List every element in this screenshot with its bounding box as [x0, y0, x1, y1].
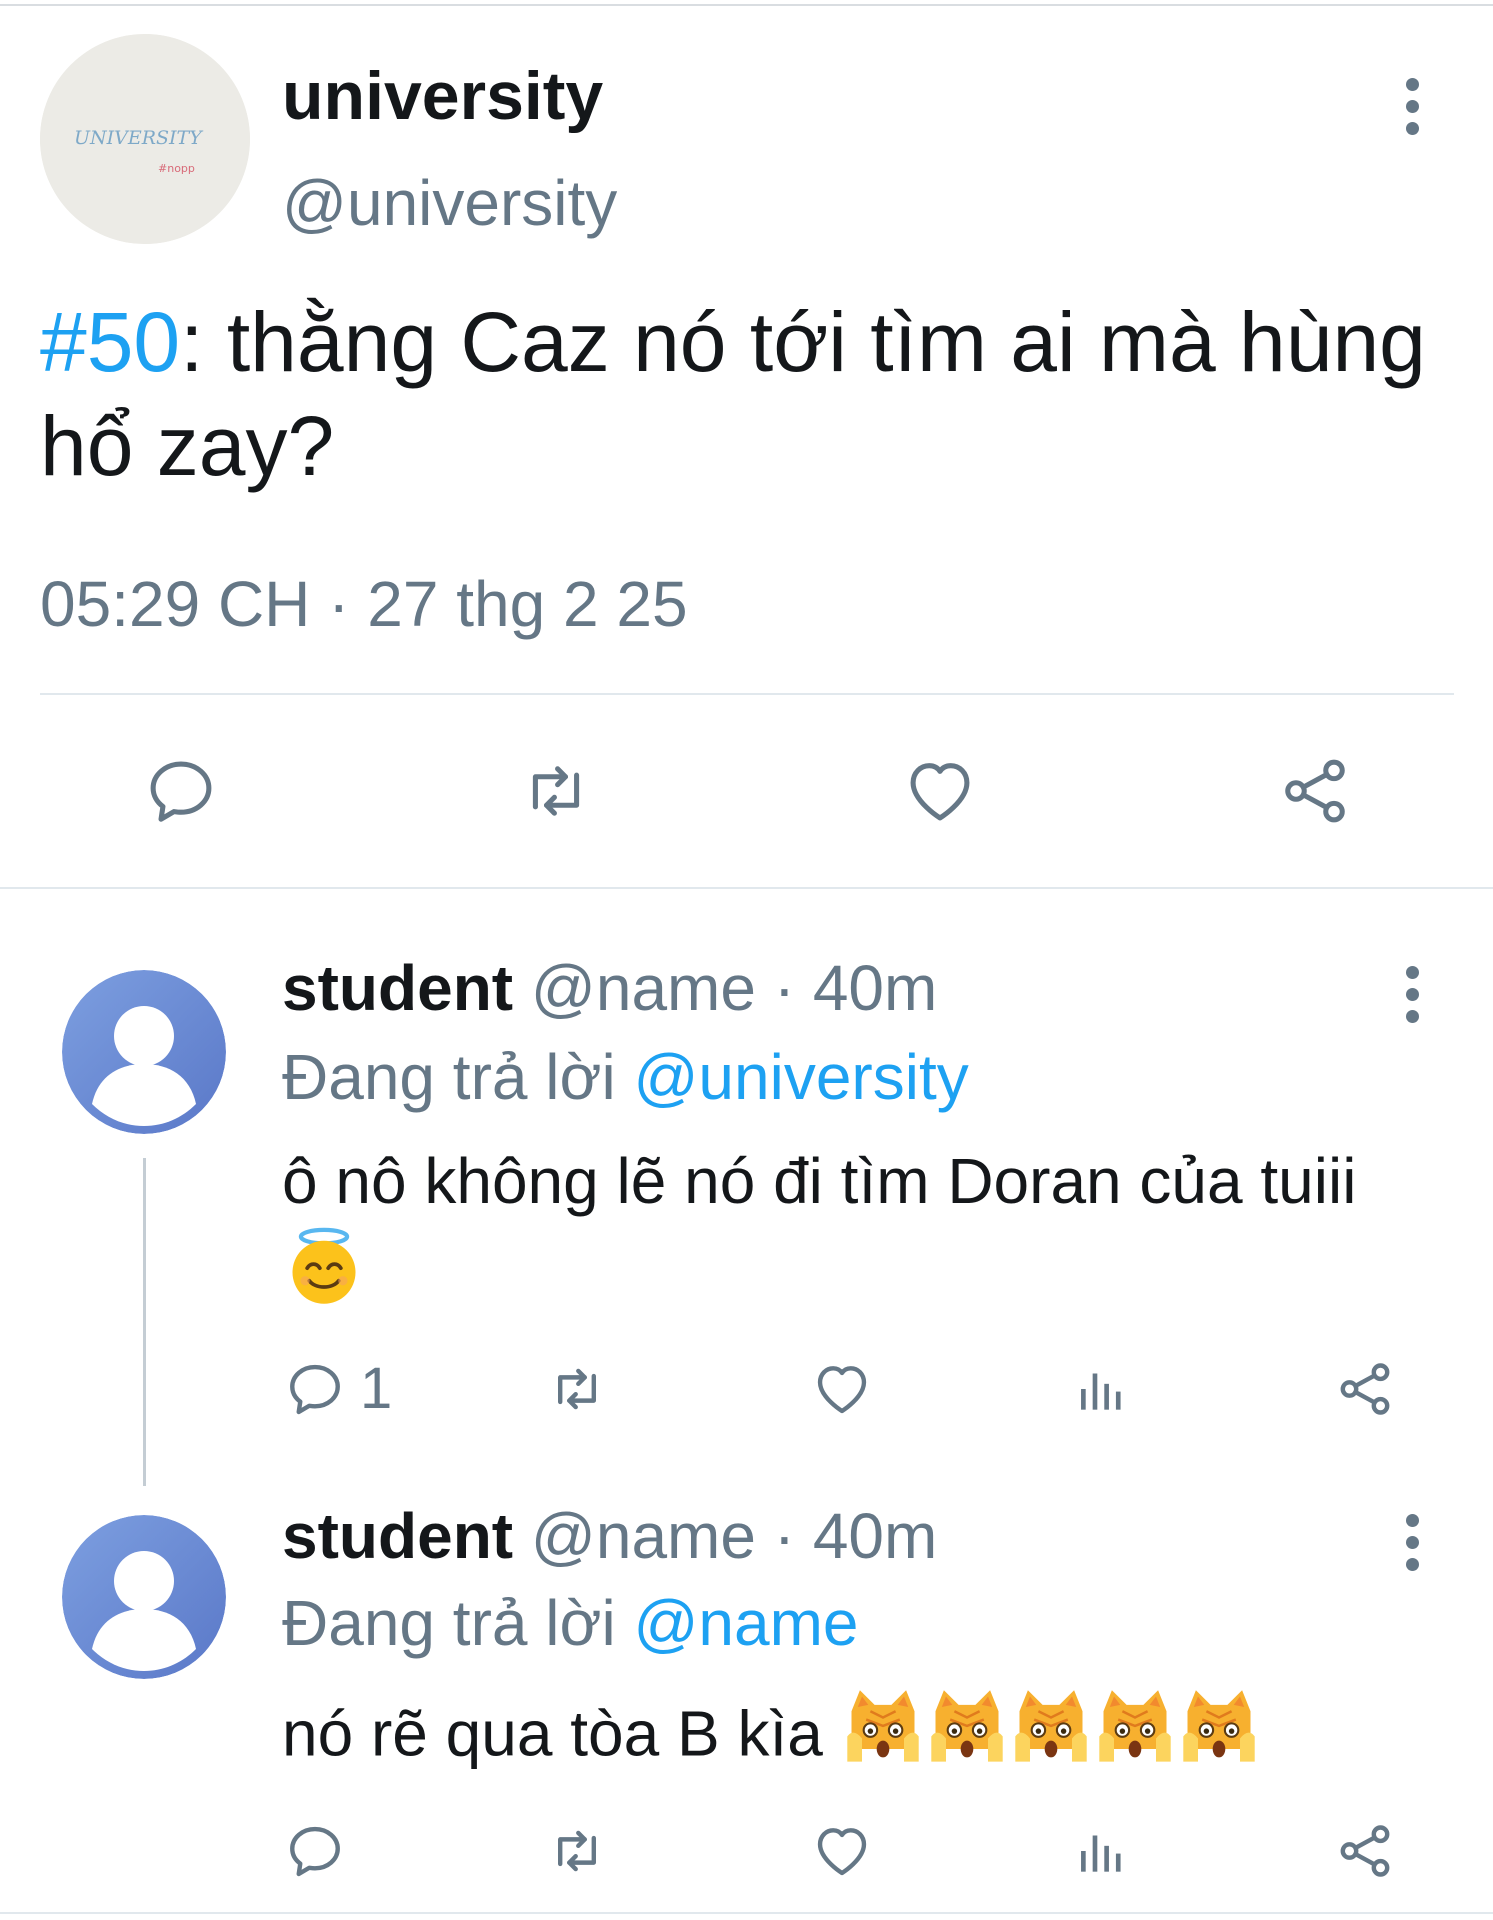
- tweet-text: #50: thằng Caz nó tới tìm ai mà hùng hổ …: [40, 290, 1460, 498]
- avatar-image: UNIVERSITY #nopp: [40, 34, 250, 244]
- share-icon: [1340, 1825, 1390, 1877]
- reply-handle-time[interactable]: @name · 40m: [513, 1500, 937, 1572]
- more-icon[interactable]: [1402, 1514, 1422, 1580]
- retweet-button[interactable]: [546, 1820, 608, 1882]
- hashtag-link[interactable]: #50: [40, 295, 180, 389]
- views-icon: [1081, 1835, 1121, 1872]
- weary-cat-face-icon: [846, 1690, 919, 1762]
- weary-cat-face-icon: [1098, 1690, 1171, 1762]
- reply-button[interactable]: 1: [284, 1358, 392, 1420]
- more-icon[interactable]: [1402, 78, 1422, 144]
- weary-cat-face-icon: [1182, 1690, 1255, 1762]
- views-button[interactable]: [1072, 1820, 1134, 1882]
- tweet-body: : thằng Caz nó tới tìm ai mà hùng hổ zay…: [40, 295, 1426, 493]
- reply-header: student @name · 40m: [282, 1498, 937, 1574]
- tweet-thread-page: UNIVERSITY #nopp university @university …: [0, 0, 1493, 1920]
- retweet-icon: [532, 766, 580, 816]
- reply-icon: [150, 761, 212, 822]
- like-icon: [817, 1366, 867, 1414]
- share-button[interactable]: [1334, 1820, 1396, 1882]
- mention-link[interactable]: @university: [633, 1041, 968, 1113]
- weary-cat-face-icons: [841, 1686, 1261, 1791]
- avatar-logo-text: UNIVERSITY: [74, 127, 204, 149]
- retweet-icon: [558, 1830, 596, 1872]
- like-button[interactable]: [810, 1358, 874, 1420]
- reply-handle-time[interactable]: @name · 40m: [513, 952, 937, 1024]
- top-divider: [0, 4, 1493, 6]
- share-button[interactable]: [1277, 753, 1353, 829]
- more-icon[interactable]: [1402, 966, 1422, 1032]
- views-button[interactable]: [1072, 1358, 1134, 1420]
- reply-author-name[interactable]: student: [282, 1500, 513, 1572]
- author-display-name[interactable]: university: [282, 56, 603, 136]
- reply-text: ô nô không lẽ nó đi tìm Doran của tuiii: [282, 1138, 1442, 1329]
- views-icon: [1081, 1373, 1121, 1410]
- reply-button[interactable]: [284, 1820, 346, 1882]
- reply-body: ô nô không lẽ nó đi tìm Doran của tuiii: [282, 1145, 1357, 1217]
- replying-to-line: Đang trả lời @university: [282, 1039, 969, 1115]
- retweet-button[interactable]: [518, 753, 594, 829]
- reply-text: nó rẽ qua tòa B kìa: [282, 1686, 1482, 1791]
- reply-button[interactable]: [143, 753, 219, 829]
- reply-icon: [290, 1364, 340, 1415]
- mention-link[interactable]: @name: [633, 1587, 858, 1659]
- reply-body: nó rẽ qua tòa B kìa: [282, 1697, 823, 1770]
- replying-label: Đang trả lời: [282, 1587, 634, 1659]
- replying-to-line: Đang trả lời @name: [282, 1585, 859, 1661]
- reply-count: 1: [360, 1356, 393, 1421]
- share-icon: [1340, 1363, 1390, 1415]
- section-divider: [0, 887, 1493, 889]
- avatar[interactable]: [62, 970, 226, 1134]
- avatar[interactable]: [62, 1515, 226, 1679]
- like-icon: [910, 763, 970, 821]
- default-avatar-icon: [62, 1515, 226, 1679]
- university-avatar[interactable]: UNIVERSITY #nopp: [40, 34, 250, 244]
- action-divider: [40, 693, 1454, 695]
- tweet-timestamp[interactable]: 05:29 CH · 27 thg 2 25: [40, 566, 688, 642]
- avatar-logo-subtext: #nopp: [158, 162, 195, 175]
- thread-connector: [143, 1158, 146, 1486]
- replying-label: Đang trả lời: [282, 1041, 634, 1113]
- default-avatar-icon: [62, 970, 226, 1134]
- smiling-face-with-halo-icon: [282, 1224, 366, 1329]
- bottom-divider: [0, 1912, 1493, 1914]
- like-button[interactable]: [900, 753, 980, 829]
- like-button[interactable]: [810, 1820, 874, 1882]
- reply-header: student @name · 40m: [282, 950, 937, 1026]
- like-icon: [817, 1828, 867, 1876]
- reply-icon: [290, 1826, 340, 1877]
- retweet-icon: [558, 1368, 596, 1410]
- weary-cat-face-icon: [1014, 1690, 1087, 1762]
- weary-cat-face-icon: [930, 1690, 1003, 1762]
- author-handle[interactable]: @university: [282, 165, 617, 241]
- retweet-button[interactable]: [546, 1358, 608, 1420]
- reply-author-name[interactable]: student: [282, 952, 513, 1024]
- share-icon: [1285, 759, 1345, 823]
- share-button[interactable]: [1334, 1358, 1396, 1420]
